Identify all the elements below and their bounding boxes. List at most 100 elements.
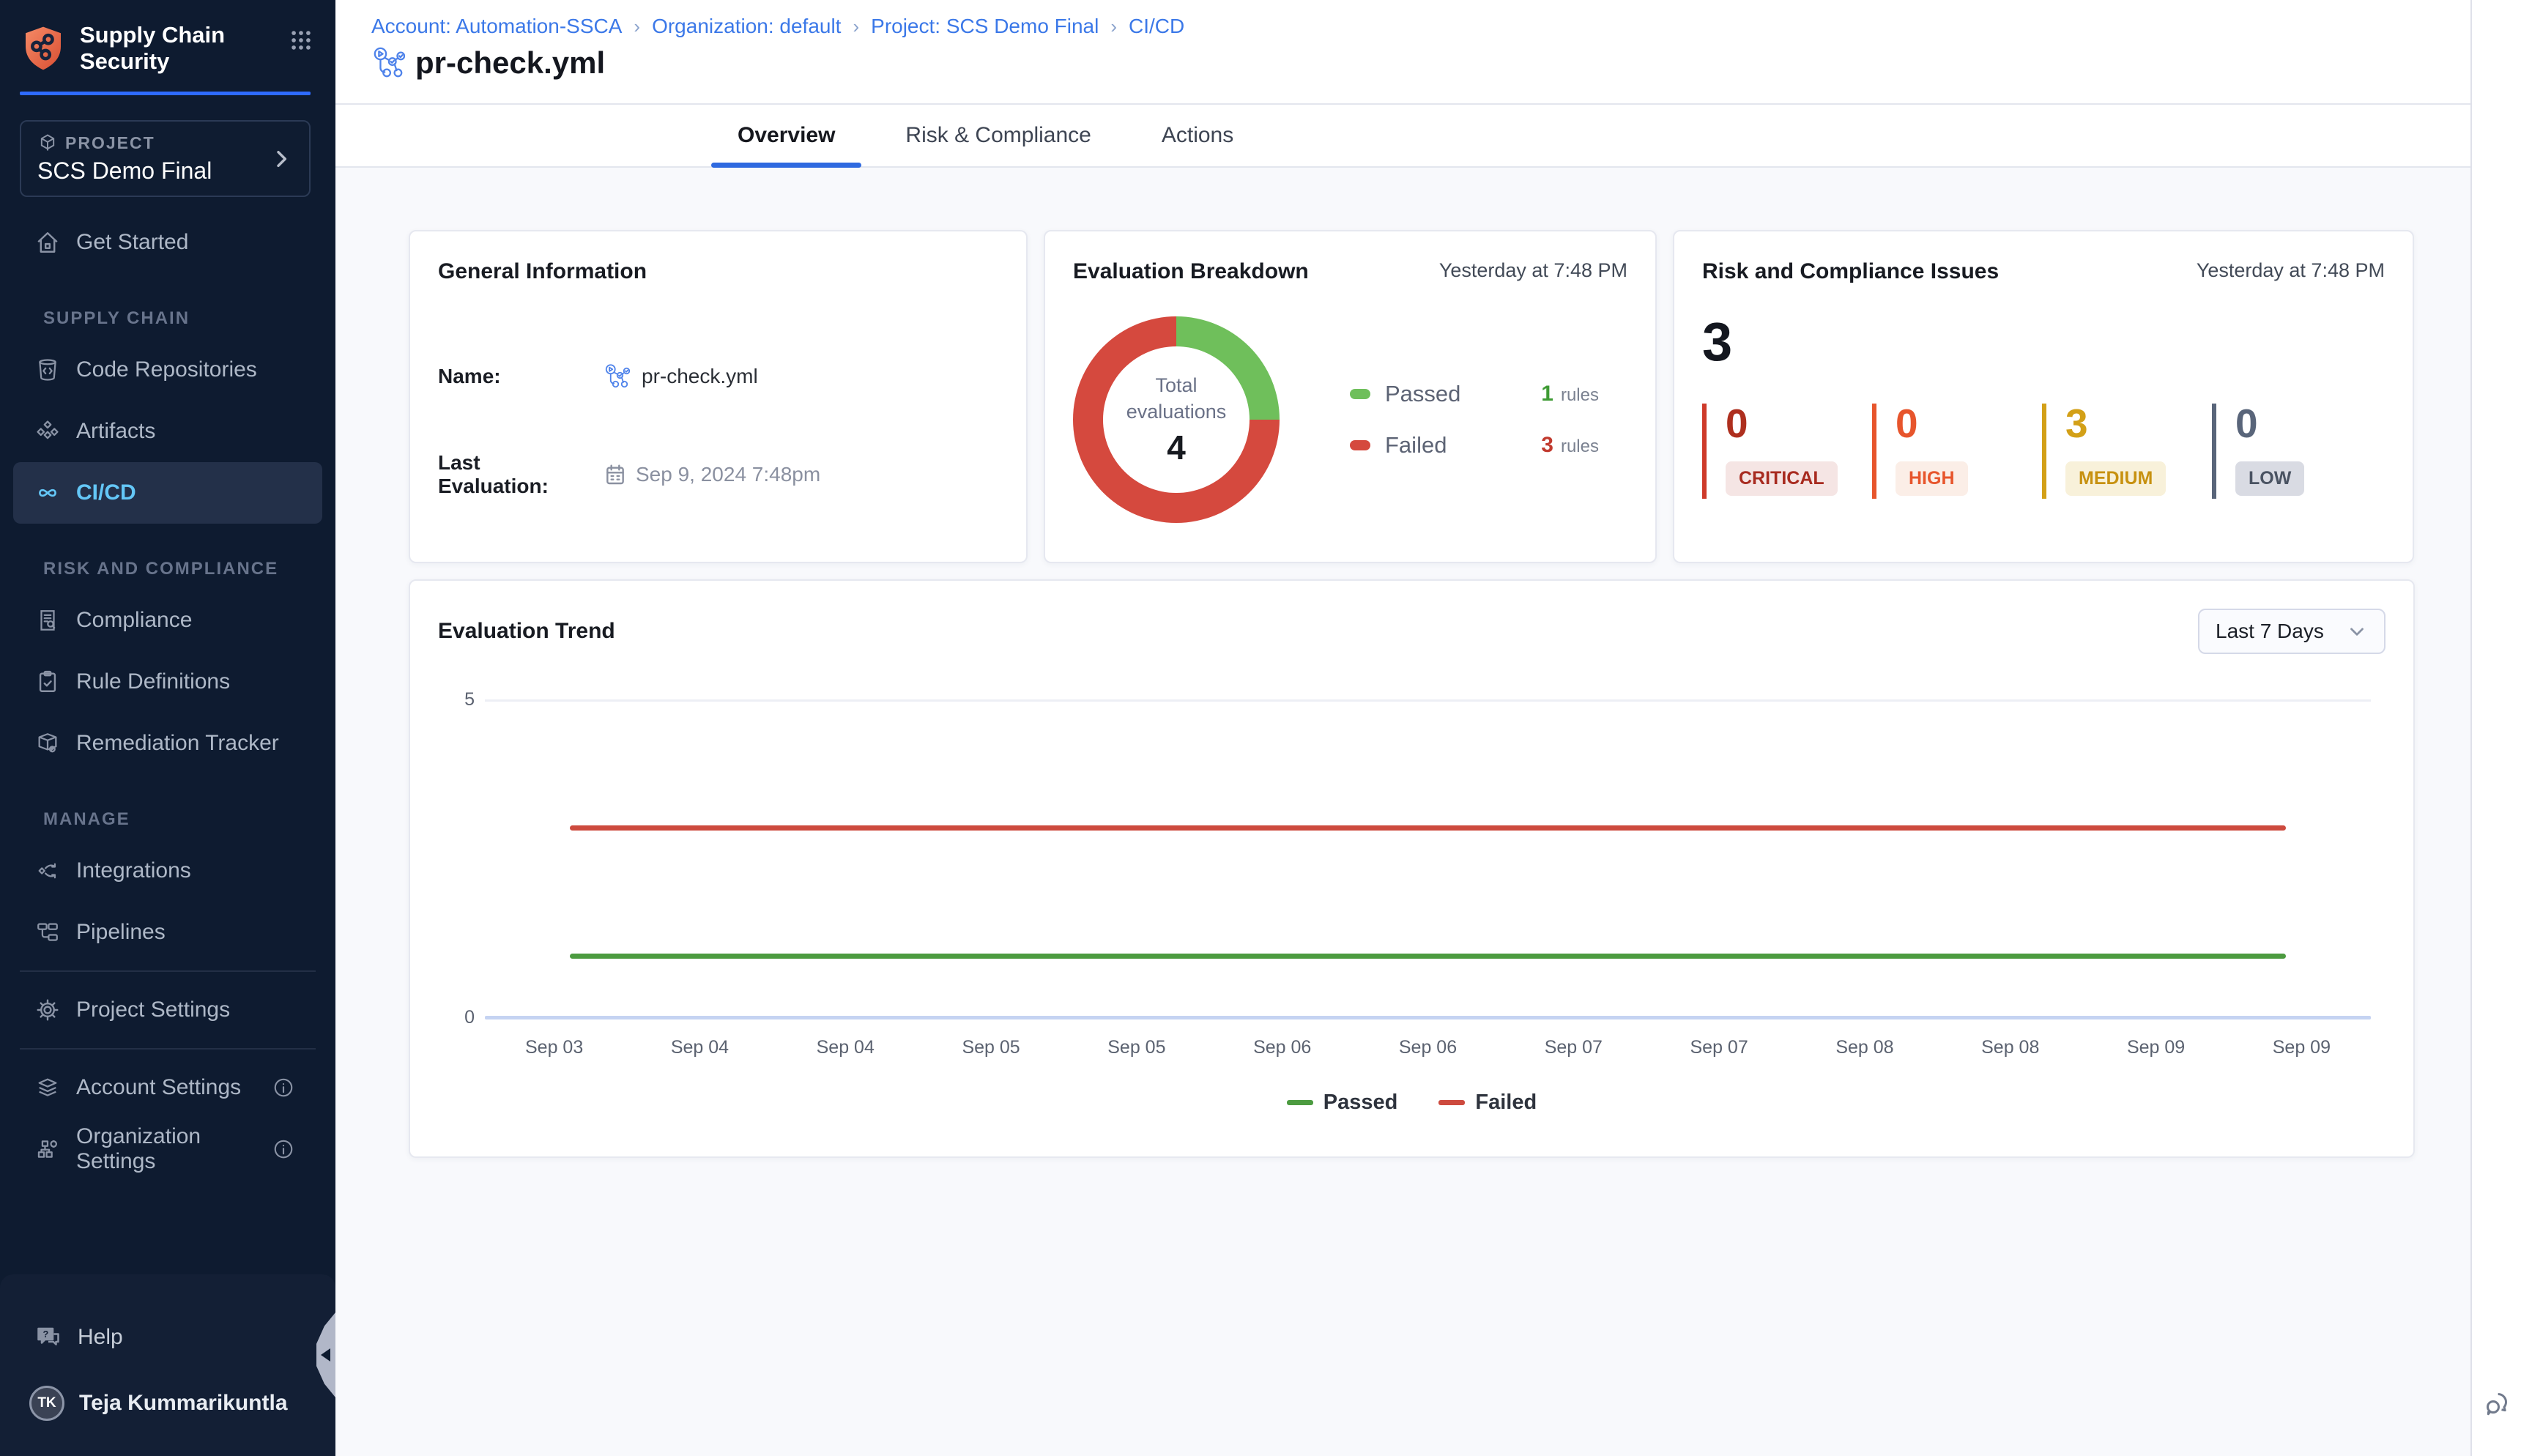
donut-center-label: Total evaluations	[1103, 372, 1250, 426]
trend-chart: 5 0	[485, 699, 2371, 1019]
breadcrumb-project-link[interactable]: Project: SCS Demo Final	[871, 15, 1099, 38]
sidebar-item-organization-settings[interactable]: Organization Settings	[0, 1118, 335, 1180]
clipboard-check-icon	[35, 669, 60, 694]
x-axis-label: Sep 09	[2127, 1037, 2185, 1058]
card-title: Risk and Compliance Issues	[1702, 259, 1999, 284]
severity-medium: 3 MEDIUM	[2042, 404, 2212, 499]
failed-line	[570, 825, 2286, 831]
page-content: General Information Name:	[335, 168, 2470, 1456]
breadcrumb-organization-link[interactable]: Organization: default	[652, 15, 841, 38]
user-menu[interactable]: TK Teja Kummarikuntla	[0, 1368, 335, 1438]
evaluation-timestamp: Yesterday at 7:48 PM	[1439, 259, 1627, 282]
tab-risk-and-compliance[interactable]: Risk & Compliance	[879, 105, 1117, 166]
app-switcher-grid-icon[interactable]	[289, 28, 313, 53]
org-chart-gear-icon	[35, 1137, 60, 1162]
trend-range-select[interactable]: Last 7 Days	[2198, 609, 2386, 654]
x-axis-label: Sep 09	[2273, 1037, 2331, 1058]
x-axis-label: Sep 05	[962, 1037, 1020, 1058]
sidebar-item-label: Code Repositories	[76, 357, 257, 382]
sidebar-item-label: Organization Settings	[76, 1124, 256, 1174]
sidebar-divider	[20, 1048, 316, 1050]
card-title: Evaluation Breakdown	[1073, 259, 1309, 284]
main-area: Account: Automation-SSCA › Organization:…	[335, 0, 2470, 1456]
trend-legend: Passed Failed	[438, 1091, 2386, 1115]
legend-passed: Passed	[1287, 1091, 1398, 1115]
breakdown-legend: Passed 1 rules Failed 3	[1350, 381, 1599, 458]
user-name: Teja Kummarikuntla	[79, 1391, 288, 1416]
x-axis-label: Sep 07	[1690, 1037, 1748, 1058]
last-evaluation-label: Last Evaluation:	[438, 451, 592, 498]
sidebar-item-get-started[interactable]: Get Started	[0, 212, 335, 273]
passed-line	[570, 954, 2286, 959]
breadcrumb-account-link[interactable]: Account: Automation-SSCA	[371, 15, 622, 38]
x-axis-line	[485, 1016, 2371, 1019]
x-axis-label: Sep 05	[1107, 1037, 1165, 1058]
sidebar-bottom-panel: ? Help TK Teja Kummarikuntla	[0, 1274, 335, 1456]
compliance-doc-icon	[35, 608, 60, 633]
tab-overview[interactable]: Overview	[711, 105, 861, 166]
x-axis-label: Sep 04	[817, 1037, 875, 1058]
sidebar-item-project-settings[interactable]: Project Settings	[0, 979, 335, 1041]
pipeline-file-icon	[371, 46, 405, 80]
passed-line-swatch-icon	[1287, 1100, 1313, 1105]
svg-text:?: ?	[43, 1329, 49, 1340]
layers-icon	[35, 1075, 60, 1100]
breadcrumb-cicd-link[interactable]: CI/CD	[1129, 15, 1184, 38]
brand-divider	[20, 92, 311, 95]
breadcrumb: Account: Automation-SSCA › Organization:…	[371, 15, 2470, 38]
passed-count: 1	[1541, 382, 1553, 406]
sidebar-nav: Get Started SUPPLY CHAIN Code Repositori…	[0, 212, 335, 1274]
sidebar-item-integrations[interactable]: Integrations	[0, 840, 335, 902]
low-count: 0	[2235, 404, 2382, 444]
help-chat-icon: ?	[35, 1324, 62, 1351]
gridline	[485, 699, 2371, 702]
sidebar-item-pipelines[interactable]: Pipelines	[0, 902, 335, 963]
sidebar-item-remediation-tracker[interactable]: Remediation Tracker	[0, 713, 335, 774]
artifacts-diamonds-icon	[35, 419, 60, 444]
avatar: TK	[29, 1386, 64, 1421]
critical-count: 0	[1726, 404, 1872, 444]
project-selector-value: SCS Demo Final	[37, 157, 212, 185]
info-icon[interactable]	[272, 1138, 294, 1160]
sidebar-item-label: Get Started	[76, 230, 188, 255]
cube-icon	[37, 133, 58, 153]
sidebar-item-rule-definitions[interactable]: Rule Definitions	[0, 651, 335, 713]
sidebar-item-label: Compliance	[76, 608, 192, 633]
app-root: Supply Chain Security PROJECT	[0, 0, 2521, 1456]
gear-icon	[35, 998, 60, 1022]
low-badge: LOW	[2235, 461, 2304, 496]
integrations-icon	[35, 858, 60, 883]
x-axis-label: Sep 07	[1545, 1037, 1603, 1058]
sidebar-item-compliance[interactable]: Compliance	[0, 590, 335, 651]
sidebar-item-account-settings[interactable]: Account Settings	[0, 1057, 335, 1118]
pipelines-flow-icon	[35, 920, 60, 945]
code-repository-icon	[35, 357, 60, 382]
passed-swatch-icon	[1350, 389, 1370, 399]
project-selector[interactable]: PROJECT SCS Demo Final	[20, 120, 311, 197]
chevron-right-icon: ›	[853, 15, 859, 38]
right-rail	[2470, 0, 2521, 1456]
x-axis-label: Sep 03	[525, 1037, 583, 1058]
x-axis-label: Sep 08	[1981, 1037, 2039, 1058]
sidebar-section-manage: MANAGE	[0, 774, 335, 840]
sidebar-item-artifacts[interactable]: Artifacts	[0, 401, 335, 462]
tab-actions[interactable]: Actions	[1135, 105, 1260, 166]
page-title: pr-check.yml	[415, 45, 605, 81]
home-icon	[35, 230, 60, 255]
sidebar-item-code-repositories[interactable]: Code Repositories	[0, 339, 335, 401]
sidebar-item-cicd[interactable]: CI/CD	[13, 462, 322, 524]
sidebar-item-label: Account Settings	[76, 1075, 241, 1100]
calendar-icon	[604, 463, 627, 486]
trend-range-value: Last 7 Days	[2216, 620, 2324, 643]
chevron-right-icon: ›	[634, 15, 640, 38]
legend-failed: Failed	[1438, 1091, 1537, 1115]
help-label: Help	[78, 1325, 123, 1350]
sidebar-item-label: Rule Definitions	[76, 669, 230, 694]
help-button[interactable]: ? Help	[0, 1307, 335, 1368]
sidebar-item-label: Integrations	[76, 858, 191, 883]
info-icon[interactable]	[272, 1077, 294, 1099]
severity-low: 0 LOW	[2212, 404, 2382, 499]
evaluation-trend-card: Evaluation Trend Last 7 Days 5 0	[409, 579, 2415, 1158]
sidebar-section-supply-chain: SUPPLY CHAIN	[0, 273, 335, 339]
chat-support-icon[interactable]	[2482, 1389, 2511, 1418]
